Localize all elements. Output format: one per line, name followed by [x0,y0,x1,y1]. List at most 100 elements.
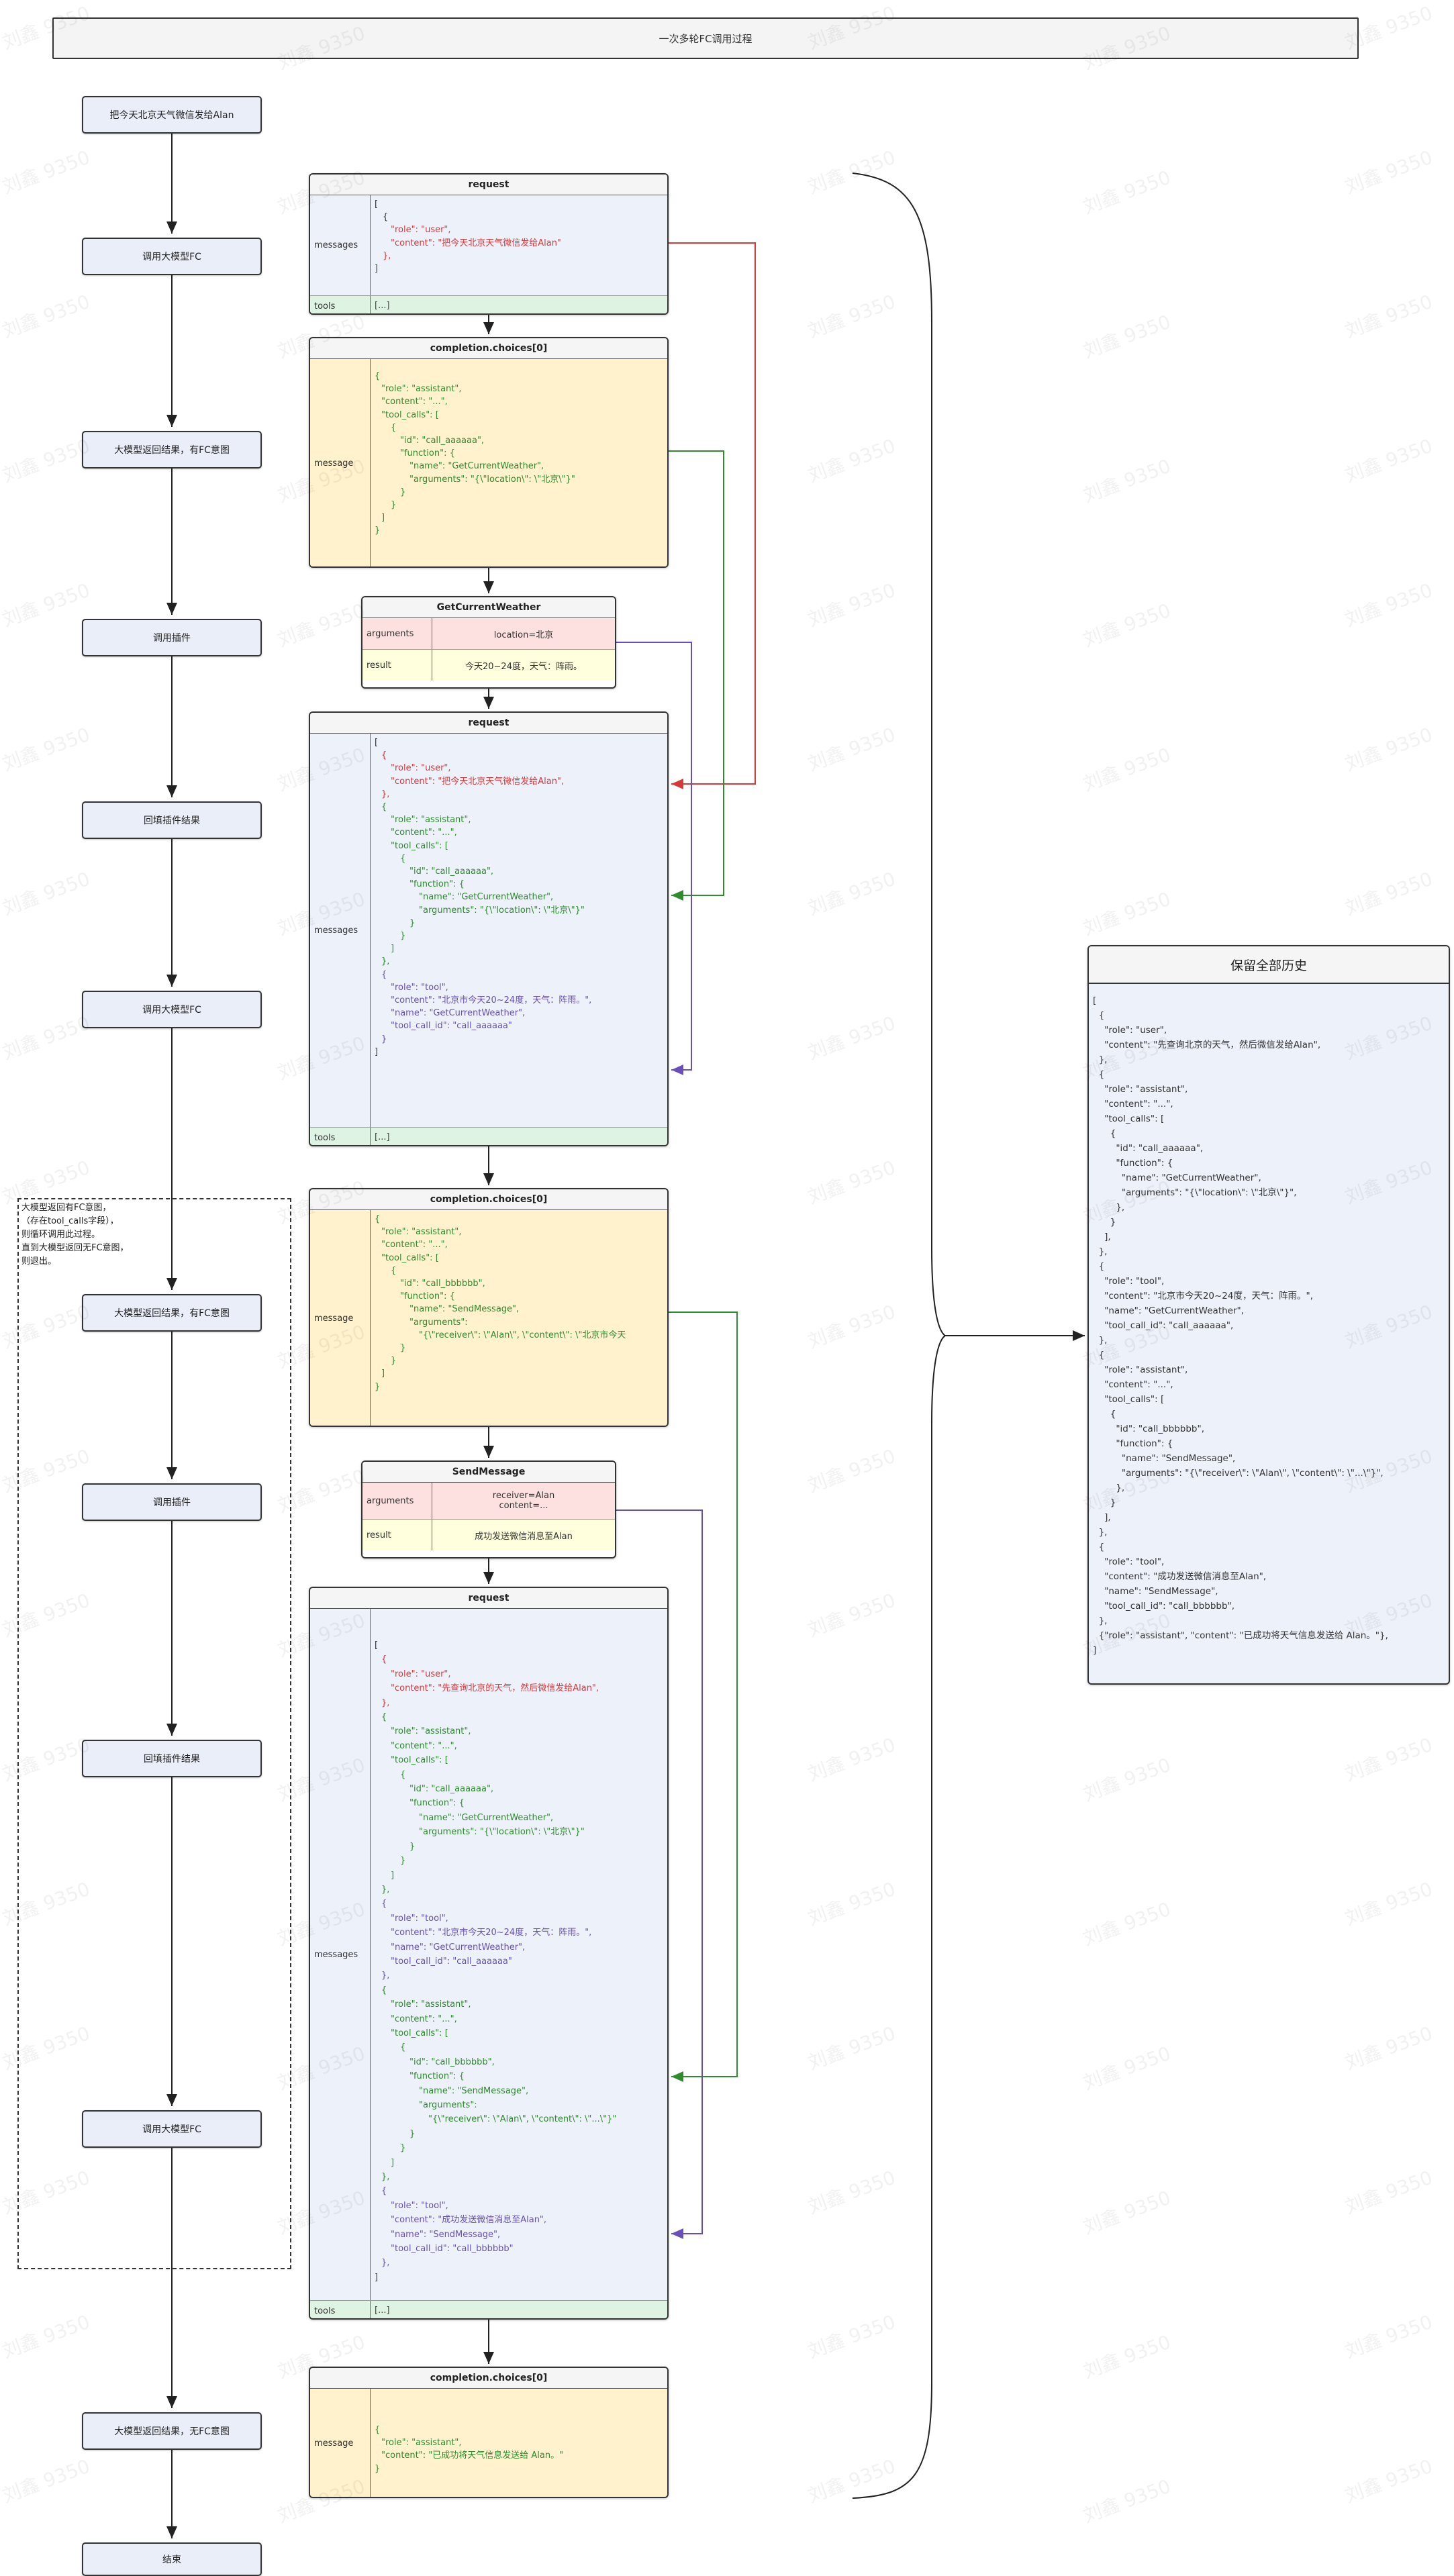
message-label: message [310,1210,371,1426]
watermark-text: 刘鑫 9350 [1341,1733,1436,1786]
watermark-text: 刘鑫 9350 [274,599,369,652]
watermark-text: 刘鑫 9350 [1341,146,1436,199]
watermark-text: 刘鑫 9350 [1079,2475,1174,2528]
watermark-text: 刘鑫 9350 [1341,2022,1436,2075]
result-label: result [362,650,432,681]
tools-label: tools [310,296,371,313]
watermark-text: 刘鑫 9350 [804,434,899,487]
plugin-1-name: GetCurrentWeather [362,597,615,618]
watermark-text: 刘鑫 9350 [804,1589,899,1642]
watermark-text: 刘鑫 9350 [804,579,899,632]
completion-1-header: completion.choices[0] [310,338,667,359]
watermark-text: 刘鑫 9350 [1079,887,1174,940]
watermark-text: 刘鑫 9350 [1079,1753,1174,1806]
watermark-text: 刘鑫 9350 [804,723,899,776]
green-connector-2 [669,1311,738,2082]
watermark-text: 刘鑫 9350 [1341,1877,1436,1930]
watermark-text: 刘鑫 9350 [0,434,93,487]
step-fill-plugin-result-1[interactable]: 回填插件结果 [82,801,262,839]
completion-3[interactable]: completion.choices[0] message {"role": "… [309,2367,669,2498]
watermark-text: 刘鑫 9350 [804,1444,899,1497]
plugin-1-result: 今天20~24度，天气：阵雨。 [465,661,582,672]
plugin-2-name: SendMessage [362,1462,615,1483]
watermark-text: 刘鑫 9350 [0,723,93,776]
watermark-text: 刘鑫 9350 [804,146,899,199]
completion-3-header: completion.choices[0] [310,2368,667,2389]
watermark-text: 刘鑫 9350 [1079,743,1174,796]
watermark-text: 刘鑫 9350 [1341,867,1436,920]
watermark-text: 刘鑫 9350 [1341,2310,1436,2363]
watermark-text: 刘鑫 9350 [1079,2042,1174,2095]
plugin-2-arguments: receiver=Alan content=... [492,1491,555,1511]
step-end[interactable]: 结束 [82,2542,262,2576]
watermark-text: 刘鑫 9350 [1341,1,1436,54]
tools-value: [...] [375,2306,390,2316]
watermark-text: 刘鑫 9350 [804,1300,899,1353]
arguments-label: arguments [362,1483,432,1519]
watermark-text: 刘鑫 9350 [0,146,93,199]
plugin-get-current-weather[interactable]: GetCurrentWeather arguments location=北京 r… [361,596,616,689]
arguments-label: arguments [362,618,432,649]
tools-label: tools [310,1128,371,1145]
completion-3-message: {"role": "assistant", "content": "已成功将天气信… [375,2425,564,2474]
watermark-text: 刘鑫 9350 [804,1877,899,1930]
loop-region [17,1198,291,2269]
green-connector-1 [669,450,724,901]
watermark-text: 刘鑫 9350 [0,867,93,920]
step-call-llm-1[interactable]: 调用大模型FC [82,238,262,275]
request-2-messages: [{"role": "user", "content": "把今天北京天气微信发给… [375,738,592,1057]
watermark-text: 刘鑫 9350 [1341,579,1436,632]
watermark-text: 刘鑫 9350 [1079,1897,1174,1950]
request-2[interactable]: request messages [{"role": "user", "conte… [309,711,669,1146]
watermark-text: 刘鑫 9350 [804,2022,899,2075]
watermark-text: 刘鑫 9350 [0,579,93,632]
watermark-text: 刘鑫 9350 [804,2310,899,2363]
step-llm-return-fc-1[interactable]: 大模型返回结果，有FC意图 [82,431,262,468]
request-1-messages: [{"role": "user", "content": "把今天北京天气微信发给… [375,199,561,275]
watermark-text: 刘鑫 9350 [0,290,93,343]
watermark-text: 刘鑫 9350 [0,2310,93,2363]
watermark-text: 刘鑫 9350 [804,2166,899,2219]
plugin-2-result: 成功发送微信消息至Alan [475,1531,573,1542]
completion-1[interactable]: completion.choices[0] message {"role": "… [309,337,669,568]
watermark-text: 刘鑫 9350 [804,867,899,920]
tools-label: tools [310,2301,371,2318]
watermark-text: 刘鑫 9350 [0,1011,93,1064]
step-call-plugin-1[interactable]: 调用插件 [82,619,262,656]
watermark-text: 刘鑫 9350 [804,290,899,343]
watermark-text: 刘鑫 9350 [1079,166,1174,219]
messages-label: messages [310,195,371,295]
completion-2[interactable]: completion.choices[0] message {"role": "… [309,1188,669,1427]
watermark-text: 刘鑫 9350 [1079,454,1174,507]
result-label: result [362,1520,432,1550]
watermark-text: 刘鑫 9350 [804,1156,899,1209]
completion-1-message: {"role": "assistant", "content": "...", "t… [375,371,575,536]
step-llm-return-no-fc[interactable]: 大模型返回结果，无FC意图 [82,2412,262,2450]
history-brace [852,172,947,2499]
watermark-text: 刘鑫 9350 [1079,310,1174,363]
plugin-1-arguments: location=北京 [493,630,554,640]
request-3-messages: [{"role": "user", "content": "先查询北京的天气，然后… [375,1640,617,2283]
loop-note: 大模型返回有FC意图， （存在tool_calls字段）， 则循环调用此过程。 … [21,1203,129,1267]
watermark-text: 刘鑫 9350 [1079,2330,1174,2383]
watermark-text: 刘鑫 9350 [0,2455,93,2508]
red-connector [669,242,756,789]
request-1[interactable]: request messages [{"role": "user", "conte… [309,173,669,315]
plugin-send-message[interactable]: SendMessage arguments receiver=Alan conten… [361,1460,616,1558]
tools-value: [...] [375,1132,390,1142]
watermark-text: 刘鑫 9350 [1341,290,1436,343]
step-call-llm-2[interactable]: 调用大模型FC [82,991,262,1028]
request-3-header: request [310,1588,667,1609]
watermark-text: 刘鑫 9350 [1341,434,1436,487]
watermark-text: 刘鑫 9350 [1341,723,1436,776]
watermark-text: 刘鑫 9350 [804,2455,899,2508]
request-2-header: request [310,713,667,734]
watermark-text: 刘鑫 9350 [1079,599,1174,652]
watermark-text: 刘鑫 9350 [1341,2455,1436,2508]
watermark-text: 刘鑫 9350 [804,1733,899,1786]
watermark-text: 刘鑫 9350 [1079,2186,1174,2239]
watermark-text: 刘鑫 9350 [804,1011,899,1064]
history-title: 保留全部历史 [1089,946,1449,984]
step-user-request[interactable]: 把今天北京天气微信发给Alan [82,96,262,134]
completion-2-message: {"role": "assistant", "content": "...", "t… [375,1214,626,1392]
